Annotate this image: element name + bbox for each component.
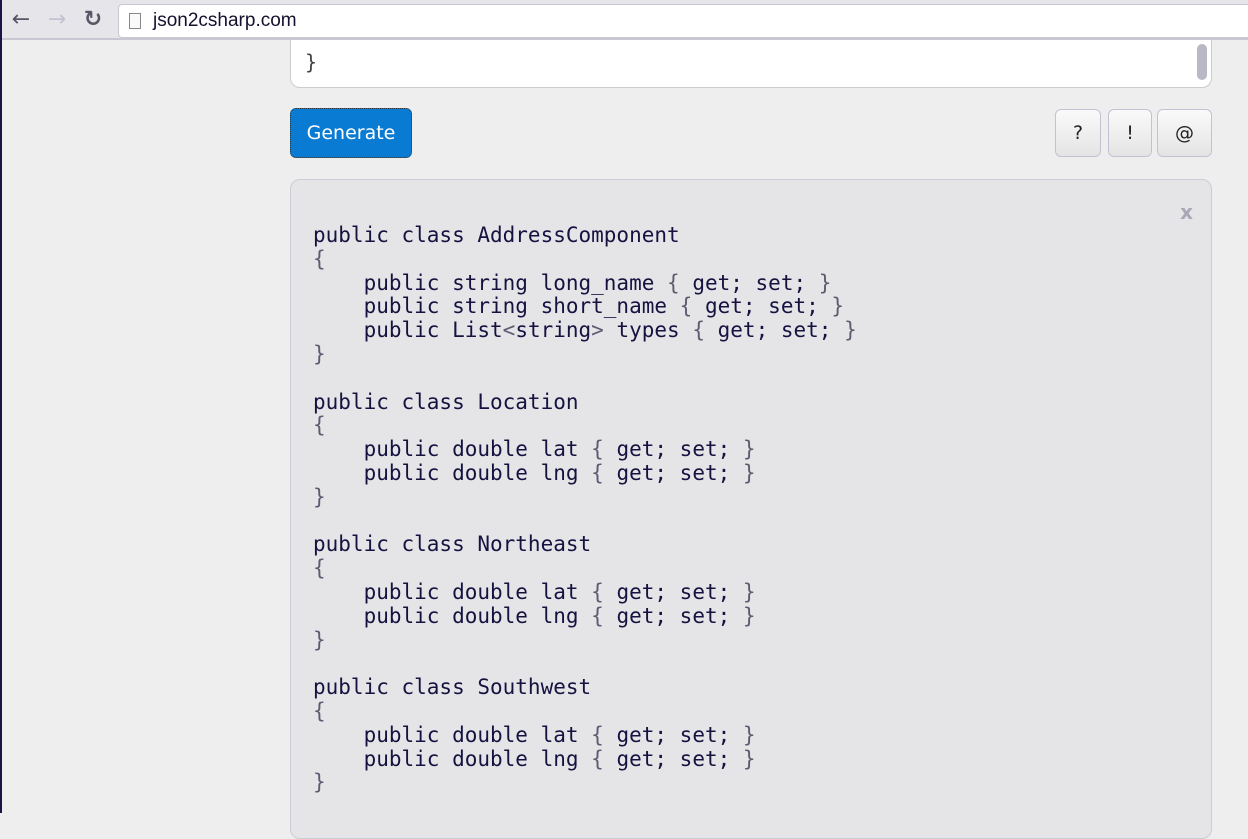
code-line: public class AddressComponent — [313, 223, 680, 247]
code-line: public List<string> types { get; set; } — [313, 318, 857, 343]
browser-toolbar: ← → ↻ json2csharp.com — [2, 0, 1248, 40]
code-line: public double lat { get; set; } — [313, 579, 756, 604]
code-line: public class Location — [313, 389, 579, 414]
code-line: public double lng { get; set; } — [313, 460, 756, 485]
info-button[interactable]: ! — [1108, 109, 1152, 157]
reload-icon[interactable]: ↻ — [80, 6, 106, 34]
address-bar[interactable]: json2csharp.com — [118, 4, 1248, 38]
code-line: public class Northeast — [313, 532, 592, 557]
code-line: public double lng { get; set; } — [313, 746, 756, 771]
contact-button[interactable]: @ — [1157, 109, 1212, 157]
help-button[interactable]: ? — [1055, 109, 1101, 157]
code-line: } — [313, 770, 326, 795]
code-line: public double lat { get; set; } — [313, 722, 756, 747]
code-line: public double lat { get; set; } — [313, 437, 756, 462]
code-line: } — [313, 484, 326, 509]
code-line: { — [313, 698, 326, 723]
code-line: public class Southwest — [313, 675, 592, 700]
code-line: public string short_name { get; set; } — [313, 294, 845, 319]
close-icon[interactable]: x — [1180, 200, 1193, 224]
code-line: public double lng { get; set; } — [313, 603, 756, 628]
json-input-text: } — [305, 50, 318, 74]
code-line: { — [313, 246, 326, 271]
code-line: public string long_name { get; set; } — [313, 270, 832, 295]
code-line: { — [313, 413, 326, 438]
scrollbar[interactable] — [1197, 44, 1207, 80]
generate-button[interactable]: Generate — [290, 108, 412, 158]
code-line: } — [313, 627, 326, 652]
json-input[interactable]: } — [290, 40, 1212, 88]
arrow-right-icon[interactable]: → — [44, 6, 70, 34]
url-text: json2csharp.com — [153, 10, 297, 31]
generated-code: public class AddressComponent{ public st… — [313, 223, 857, 795]
output-panel: x public class AddressComponent{ public … — [290, 179, 1212, 839]
page-icon — [129, 13, 141, 29]
code-line: { — [313, 556, 326, 581]
arrow-left-icon[interactable]: ← — [8, 6, 34, 34]
code-line: } — [313, 341, 326, 366]
